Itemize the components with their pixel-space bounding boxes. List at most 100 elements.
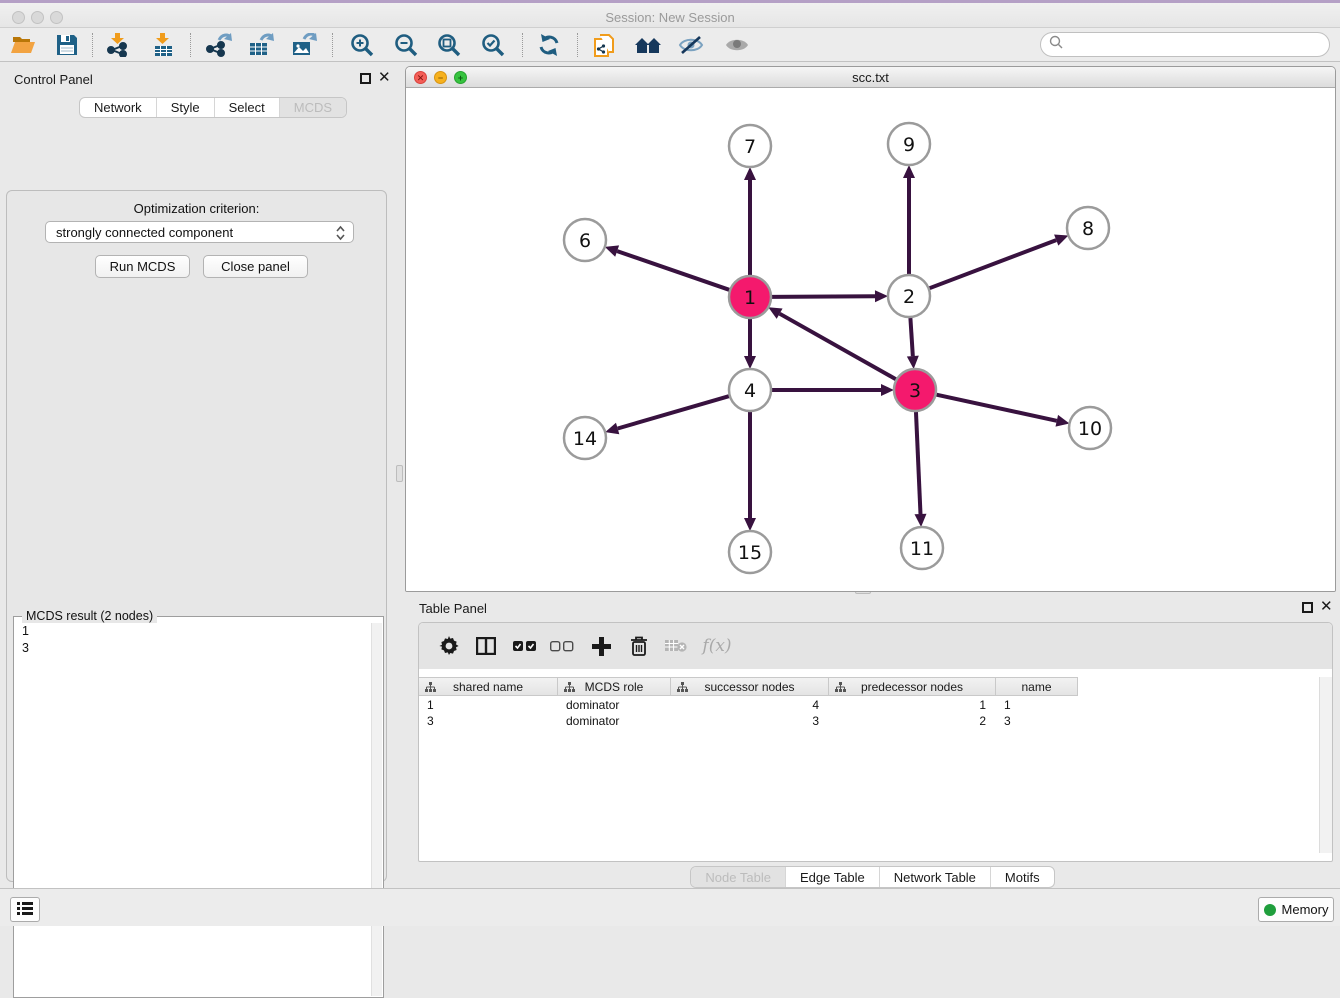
zoom-selected-icon[interactable] xyxy=(478,31,508,59)
graph-node-2[interactable]: 2 xyxy=(888,275,930,317)
deselect-all-icon[interactable] xyxy=(548,632,576,660)
memory-button[interactable]: Memory xyxy=(1258,897,1334,922)
delete-column-icon[interactable] xyxy=(625,632,653,660)
graph-node-9[interactable]: 9 xyxy=(888,123,930,165)
refresh-icon[interactable] xyxy=(534,31,564,59)
mcds-result-box: MCDS result (2 nodes) 1 3 xyxy=(13,616,384,998)
network-window-titlebar[interactable]: ✕ − + scc.txt xyxy=(406,67,1335,88)
network-canvas[interactable]: 7 9 6 8 1 2 4 3 14 10 15 11 xyxy=(406,88,1335,591)
edge-1-6[interactable] xyxy=(617,251,729,290)
column-type-icon xyxy=(564,682,575,696)
cell-predecessor-nodes[interactable]: 2 xyxy=(829,713,996,729)
cell-predecessor-nodes[interactable]: 1 xyxy=(829,697,996,713)
node-label: 11 xyxy=(910,538,934,560)
cell-shared-name[interactable]: 1 xyxy=(419,697,558,713)
column-header-successor-nodes[interactable]: successor nodes xyxy=(671,677,829,696)
app-title: Session: New Session xyxy=(0,10,1340,25)
save-session-icon[interactable] xyxy=(52,31,82,59)
node-table-container: f(x) shared name MCDS role successor nodes… xyxy=(418,622,1333,862)
table-panel-title: Table Panel xyxy=(419,601,487,616)
table-scrollbar[interactable] xyxy=(1319,677,1332,853)
edge-2-3[interactable] xyxy=(910,318,912,356)
network-graph[interactable]: 7 9 6 8 1 2 4 3 14 10 15 11 xyxy=(406,88,1335,591)
criterion-select[interactable]: strongly connected component xyxy=(45,221,354,243)
search-input[interactable] xyxy=(1063,37,1313,52)
edge-2-8[interactable] xyxy=(930,240,1057,288)
graph-node-4[interactable]: 4 xyxy=(729,369,771,411)
export-image-icon[interactable] xyxy=(290,31,320,59)
graph-node-3[interactable]: 3 xyxy=(894,369,936,411)
toolbar-separator xyxy=(190,33,191,57)
graph-node-10[interactable]: 10 xyxy=(1069,407,1111,449)
edge-4-14[interactable] xyxy=(618,396,729,428)
result-scrollbar[interactable] xyxy=(371,623,382,996)
cell-name[interactable]: 1 xyxy=(996,697,1078,713)
copy-style-icon[interactable] xyxy=(589,31,619,59)
open-session-icon[interactable] xyxy=(8,31,38,59)
search-box[interactable] xyxy=(1040,32,1330,57)
column-settings-icon[interactable] xyxy=(435,632,463,660)
split-panel-icon[interactable] xyxy=(472,632,500,660)
cell-mcds-role[interactable]: dominator xyxy=(558,713,671,729)
tab-network-table[interactable]: Network Table xyxy=(880,867,991,887)
node-label: 2 xyxy=(903,286,915,308)
add-column-icon[interactable] xyxy=(587,632,615,660)
show-all-icon[interactable] xyxy=(722,31,752,59)
edge-1-2[interactable] xyxy=(772,296,875,297)
column-header-mcds-role[interactable]: MCDS role xyxy=(558,677,671,696)
column-header-name[interactable]: name xyxy=(996,677,1078,696)
table-panel-float-icon[interactable] xyxy=(1302,602,1313,613)
select-all-icon[interactable] xyxy=(511,632,539,660)
graph-node-15[interactable]: 15 xyxy=(729,531,771,573)
zoom-out-icon[interactable] xyxy=(391,31,421,59)
column-header-shared-name[interactable]: shared name xyxy=(419,677,558,696)
edge-3-11[interactable] xyxy=(916,412,921,514)
graph-node-14[interactable]: 14 xyxy=(564,417,606,459)
table-row[interactable]: 3dominator323 xyxy=(419,713,1078,729)
tab-node-table[interactable]: Node Table xyxy=(691,867,786,887)
tab-edge-table[interactable]: Edge Table xyxy=(786,867,880,887)
node-label: 15 xyxy=(738,542,762,564)
memory-label: Memory xyxy=(1282,902,1329,917)
column-header-predecessor-nodes[interactable]: predecessor nodes xyxy=(829,677,996,696)
export-table-icon[interactable] xyxy=(247,31,277,59)
task-history-button[interactable] xyxy=(10,897,40,922)
table-row[interactable]: 1dominator411 xyxy=(419,697,1078,713)
hide-selected-icon[interactable] xyxy=(676,31,706,59)
tab-mcds[interactable]: MCDS xyxy=(280,98,346,117)
cell-name[interactable]: 3 xyxy=(996,713,1078,729)
run-mcds-button[interactable]: Run MCDS xyxy=(95,255,190,278)
close-panel-button[interactable]: Close panel xyxy=(203,255,308,278)
column-label: MCDS role xyxy=(585,680,644,694)
graph-node-1[interactable]: 1 xyxy=(729,276,771,318)
cell-successor-nodes[interactable]: 4 xyxy=(671,697,829,713)
tab-style[interactable]: Style xyxy=(157,98,215,117)
graph-node-6[interactable]: 6 xyxy=(564,219,606,261)
graph-node-11[interactable]: 11 xyxy=(901,527,943,569)
import-network-icon[interactable] xyxy=(103,31,133,59)
edge-3-10[interactable] xyxy=(936,395,1056,421)
table-panel-close-icon[interactable]: ✕ xyxy=(1320,601,1333,612)
node-label: 7 xyxy=(744,136,756,158)
cell-successor-nodes[interactable]: 3 xyxy=(671,713,829,729)
graph-node-7[interactable]: 7 xyxy=(729,125,771,167)
graph-node-8[interactable]: 8 xyxy=(1067,207,1109,249)
cell-shared-name[interactable]: 3 xyxy=(419,713,558,729)
tab-select[interactable]: Select xyxy=(215,98,280,117)
control-panel-float-icon[interactable] xyxy=(360,73,371,84)
node-label: 6 xyxy=(579,230,591,252)
zoom-in-icon[interactable] xyxy=(347,31,377,59)
first-neighbors-icon[interactable] xyxy=(633,31,663,59)
zoom-fit-icon[interactable] xyxy=(434,31,464,59)
function-builder-icon[interactable]: f(x) xyxy=(697,632,737,660)
delete-table-icon[interactable] xyxy=(662,632,690,660)
edge-3-1[interactable] xyxy=(780,314,896,380)
panel-splitter-handle[interactable] xyxy=(396,465,403,482)
tab-motifs[interactable]: Motifs xyxy=(991,867,1054,887)
node-label: 8 xyxy=(1082,218,1094,240)
tab-network[interactable]: Network xyxy=(80,98,157,117)
control-panel-close-icon[interactable]: ✕ xyxy=(378,72,391,83)
export-network-icon[interactable] xyxy=(204,31,234,59)
import-table-icon[interactable] xyxy=(148,31,178,59)
cell-mcds-role[interactable]: dominator xyxy=(558,697,671,713)
